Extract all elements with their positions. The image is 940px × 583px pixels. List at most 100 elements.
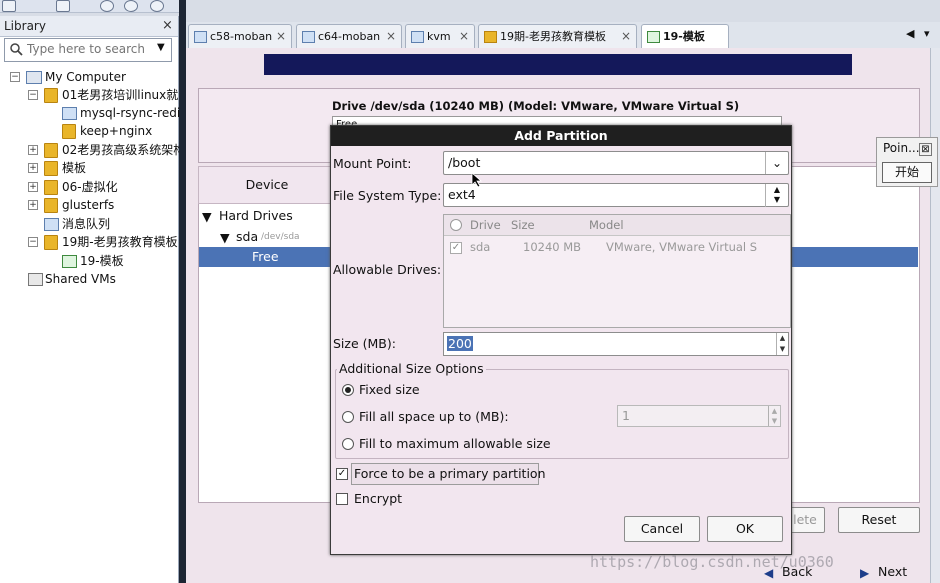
close-icon[interactable]: × bbox=[276, 25, 286, 48]
fill-max-radio[interactable] bbox=[342, 438, 354, 450]
library-search-box[interactable]: ▼ bbox=[4, 38, 172, 62]
tab-c64-moban[interactable]: c64-moban × bbox=[296, 24, 402, 48]
expand-icon[interactable]: + bbox=[28, 145, 38, 155]
close-icon[interactable]: × bbox=[459, 25, 469, 48]
library-header: Library × bbox=[0, 16, 178, 37]
drive-checkbox[interactable]: ✓ bbox=[450, 242, 462, 254]
encrypt-label[interactable]: Encrypt bbox=[354, 491, 402, 506]
expand-icon[interactable]: + bbox=[28, 163, 38, 173]
tree-item-label: keep+nginx bbox=[80, 124, 153, 138]
search-icon bbox=[10, 43, 23, 56]
expand-icon[interactable]: + bbox=[28, 200, 38, 210]
tab-19-template-folder[interactable]: 19期-老男孩教育模板 × bbox=[478, 24, 637, 48]
manage-snapshot-icon[interactable] bbox=[150, 0, 164, 12]
additional-size-options-label: Additional Size Options bbox=[337, 361, 486, 376]
column-header-model[interactable]: Model bbox=[589, 218, 624, 232]
next-arrow-icon: ▶ bbox=[860, 566, 870, 580]
fill-up-to-label[interactable]: Fill all space up to (MB): bbox=[359, 409, 509, 424]
computer-icon bbox=[26, 71, 42, 84]
fixed-size-label[interactable]: Fixed size bbox=[359, 382, 420, 397]
tab-label: 19期-老男孩教育模板 bbox=[500, 30, 606, 43]
fill-max-label[interactable]: Fill to maximum allowable size bbox=[359, 436, 551, 451]
encrypt-checkbox[interactable] bbox=[336, 493, 348, 505]
tree-item-label: 01老男孩培训linux就业 bbox=[62, 88, 191, 102]
vm-icon bbox=[302, 31, 315, 43]
fill-up-to-spinbox: 1 ▲ ▼ bbox=[617, 405, 781, 427]
folder-icon bbox=[44, 88, 58, 103]
mouse-pointer-icon bbox=[471, 172, 483, 188]
chevron-down-icon[interactable]: ⌄ bbox=[765, 152, 788, 174]
drive-size: 10240 MB bbox=[523, 240, 582, 254]
scroll-tabs-left-icon[interactable]: ◀ bbox=[906, 27, 914, 40]
search-input[interactable] bbox=[27, 41, 147, 57]
tree-item-label: 消息队列 bbox=[62, 217, 111, 231]
hard-drives-label[interactable]: Hard Drives bbox=[219, 208, 293, 223]
home-icon[interactable] bbox=[2, 0, 16, 12]
tab-label: kvm bbox=[427, 30, 451, 43]
file-system-type-label: File System Type: bbox=[333, 188, 442, 203]
column-header-drive[interactable]: Drive bbox=[470, 218, 501, 232]
allowable-drives-list[interactable]: Drive Size Model ✓ sda 10240 MB VMware, … bbox=[443, 214, 791, 328]
tree-expander-icon[interactable]: ▼ bbox=[202, 209, 212, 224]
collapse-icon[interactable]: − bbox=[28, 237, 38, 247]
folder-icon bbox=[62, 124, 76, 139]
updown-arrows-icon[interactable]: ▲ ▼ bbox=[765, 184, 788, 207]
cancel-button[interactable]: Cancel bbox=[624, 516, 700, 542]
pointer-window-title: Poin... bbox=[883, 141, 920, 155]
dialog-title: Add Partition bbox=[331, 126, 791, 146]
vertical-scrollbar[interactable] bbox=[930, 48, 940, 583]
spin-arrows-icon[interactable]: ▲ ▼ bbox=[776, 333, 788, 355]
watermark: https://blog.csdn.net/u0360 bbox=[590, 553, 834, 571]
vm-icon bbox=[411, 31, 424, 43]
start-button[interactable]: 开始 bbox=[882, 162, 932, 183]
mount-point-value: /boot bbox=[448, 155, 481, 170]
force-primary-checkbox[interactable]: ✓ bbox=[336, 468, 348, 480]
vm-icon bbox=[44, 218, 59, 231]
tab-list-icon[interactable]: ▾ bbox=[924, 27, 930, 40]
close-icon[interactable]: × bbox=[621, 25, 631, 48]
next-button[interactable]: Next bbox=[878, 564, 907, 579]
size-value: 200 bbox=[447, 336, 473, 351]
collapse-icon[interactable]: − bbox=[10, 72, 20, 82]
allowable-drives-label: Allowable Drives: bbox=[333, 262, 442, 277]
fixed-size-radio[interactable] bbox=[342, 384, 354, 396]
running-vm-icon bbox=[647, 31, 660, 43]
tree-item-label: 06-虚拟化 bbox=[62, 180, 118, 194]
expand-icon[interactable]: + bbox=[28, 182, 38, 192]
panel-splitter[interactable] bbox=[179, 0, 186, 583]
tree-expander-icon[interactable]: ▼ bbox=[220, 230, 230, 245]
folder-icon bbox=[484, 31, 497, 43]
close-icon[interactable]: × bbox=[162, 18, 173, 33]
power-icon[interactable] bbox=[56, 0, 70, 12]
ok-button[interactable]: OK bbox=[707, 516, 783, 542]
folder-icon bbox=[44, 198, 58, 213]
revert-icon[interactable] bbox=[124, 0, 138, 12]
close-icon[interactable]: ⊠ bbox=[919, 143, 932, 156]
chevron-down-icon[interactable]: ▼ bbox=[157, 42, 165, 53]
collapse-icon[interactable]: − bbox=[28, 90, 38, 100]
tab-label: 19-模板 bbox=[663, 30, 705, 43]
reset-button[interactable]: Reset bbox=[838, 507, 920, 533]
folder-icon bbox=[44, 180, 58, 195]
size-spinbox[interactable]: 200 ▲ ▼ bbox=[443, 332, 789, 356]
file-system-type-combo[interactable]: ext4 ▲ ▼ bbox=[443, 183, 789, 207]
vm-icon bbox=[194, 31, 207, 43]
fill-up-to-radio[interactable] bbox=[342, 411, 354, 423]
mount-point-label: Mount Point: bbox=[333, 156, 412, 171]
tab-kvm[interactable]: kvm × bbox=[405, 24, 475, 48]
tree-item-label: 19期-老男孩教育模板 bbox=[62, 235, 178, 249]
tab-c58-moban[interactable]: c58-moban × bbox=[188, 24, 292, 48]
snapshot-icon[interactable] bbox=[100, 0, 114, 12]
column-header-size[interactable]: Size bbox=[511, 218, 535, 232]
tree-item-label: My Computer bbox=[45, 70, 126, 84]
device-column-header[interactable]: Device bbox=[198, 166, 336, 204]
tab-19-template[interactable]: 19-模板 bbox=[641, 24, 729, 49]
mount-point-combo[interactable]: /boot ⌄ bbox=[443, 151, 789, 175]
force-primary-label[interactable]: Force to be a primary partition bbox=[354, 466, 546, 481]
tree-item-label: mysql-rsync-redis bbox=[80, 106, 187, 120]
drives-header: Drive Size Model bbox=[444, 215, 790, 236]
size-label: Size (MB): bbox=[333, 336, 396, 351]
sda-label[interactable]: sda bbox=[236, 229, 258, 244]
fill-up-to-value: 1 bbox=[622, 408, 630, 423]
close-icon[interactable]: × bbox=[386, 25, 396, 48]
